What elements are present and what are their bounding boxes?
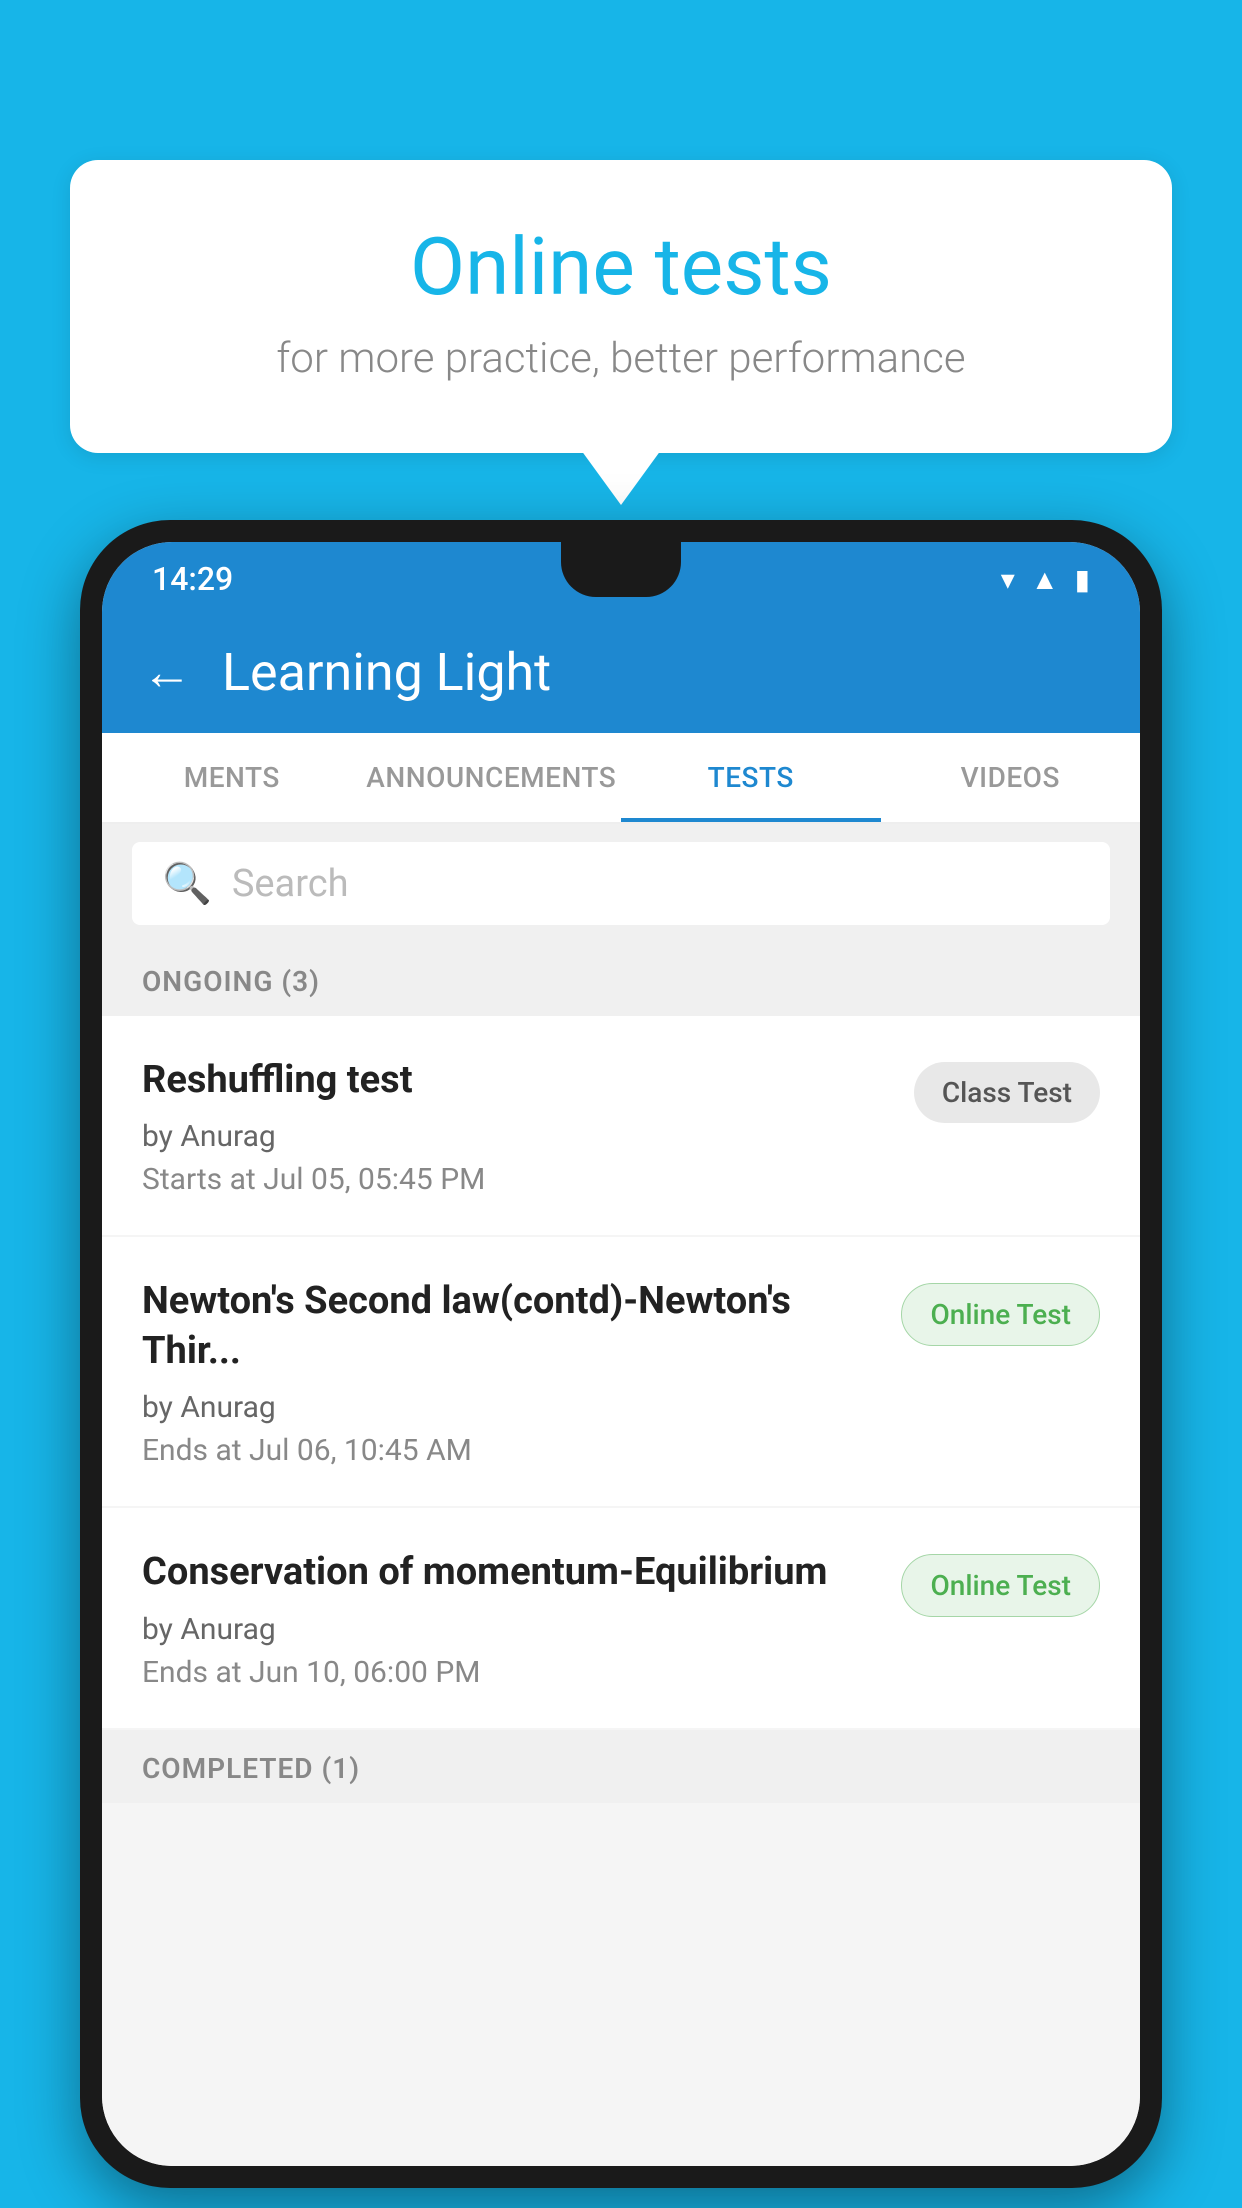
search-placeholder: Search [232,862,349,906]
test-item-conservation[interactable]: Conservation of momentum-Equilibrium by … [102,1508,1140,1727]
test-badge-newtons: Online Test [901,1283,1100,1346]
test-item-reshuffling[interactable]: Reshuffling test by Anurag Starts at Jul… [102,1016,1140,1235]
search-container: 🔍 Search [102,824,1140,943]
test-date-conservation: Ends at Jun 10, 06:00 PM [142,1655,881,1690]
tabs-bar: MENTS ANNOUNCEMENTS TESTS VIDEOS [102,733,1140,824]
test-title-conservation: Conservation of momentum-Equilibrium [142,1548,881,1597]
status-time: 14:29 [152,560,233,598]
tab-tests[interactable]: TESTS [621,733,881,822]
test-badge-conservation: Online Test [901,1554,1100,1617]
ongoing-section-header: ONGOING (3) [102,943,1140,1016]
test-date-newtons: Ends at Jul 06, 10:45 AM [142,1433,881,1468]
status-icons: ▾ ▲ ▮ [1001,563,1090,596]
app-bar: ← Learning Light [102,612,1140,733]
content-area: ONGOING (3) Reshuffling test by Anurag S… [102,943,1140,2166]
wifi-icon: ▾ [1001,563,1015,596]
test-title-newtons: Newton's Second law(contd)-Newton's Thir… [142,1277,881,1376]
back-button[interactable]: ← [142,643,192,702]
test-author-reshuffling: by Anurag [142,1119,894,1154]
test-info-reshuffling: Reshuffling test by Anurag Starts at Jul… [142,1056,894,1197]
test-author-conservation: by Anurag [142,1612,881,1647]
test-info-newtons: Newton's Second law(contd)-Newton's Thir… [142,1277,881,1468]
test-info-conservation: Conservation of momentum-Equilibrium by … [142,1548,881,1689]
completed-label: COMPLETED (1) [142,1752,360,1785]
test-item-newtons[interactable]: Newton's Second law(contd)-Newton's Thir… [102,1237,1140,1506]
battery-icon: ▮ [1075,563,1090,596]
promo-section: Online tests for more practice, better p… [70,160,1172,453]
phone-notch [561,542,681,597]
tab-announcements[interactable]: ANNOUNCEMENTS [362,733,622,822]
phone-frame: 14:29 ▾ ▲ ▮ ← Learning Light MENTS ANNOU… [80,520,1162,2188]
bubble-subtitle: for more practice, better performance [150,334,1092,383]
bubble-title: Online tests [150,220,1092,314]
search-box[interactable]: 🔍 Search [132,842,1110,925]
signal-icon: ▲ [1031,563,1059,596]
test-date-reshuffling: Starts at Jul 05, 05:45 PM [142,1162,894,1197]
search-icon: 🔍 [162,860,212,907]
speech-bubble: Online tests for more practice, better p… [70,160,1172,453]
test-title-reshuffling: Reshuffling test [142,1056,894,1105]
tab-ments[interactable]: MENTS [102,733,362,822]
app-title: Learning Light [222,642,551,703]
phone-screen: 14:29 ▾ ▲ ▮ ← Learning Light MENTS ANNOU… [102,542,1140,2166]
test-author-newtons: by Anurag [142,1390,881,1425]
test-badge-reshuffling: Class Test [914,1062,1100,1123]
tab-videos[interactable]: VIDEOS [881,733,1141,822]
ongoing-label: ONGOING (3) [142,965,320,998]
completed-section-header: COMPLETED (1) [102,1730,1140,1803]
